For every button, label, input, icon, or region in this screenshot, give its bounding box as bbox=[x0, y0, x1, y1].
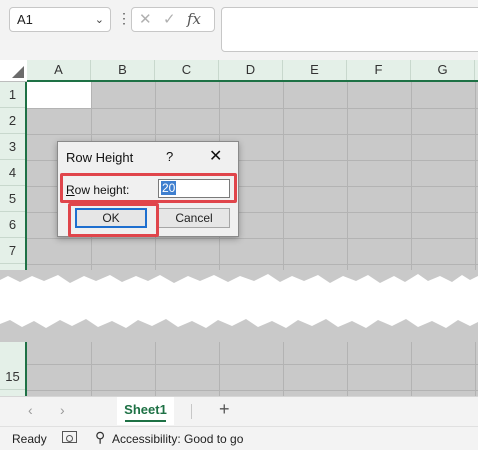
active-cell-a1[interactable] bbox=[27, 82, 91, 108]
help-icon[interactable]: ? bbox=[166, 149, 173, 164]
gridline bbox=[475, 82, 476, 396]
name-box[interactable]: A1 ⌄ bbox=[9, 7, 111, 32]
gridline bbox=[219, 82, 220, 396]
gridline bbox=[91, 82, 92, 396]
gridline bbox=[27, 134, 478, 135]
column-header-a[interactable]: A bbox=[27, 60, 91, 80]
column-header-b[interactable]: B bbox=[91, 60, 155, 80]
enter-icon[interactable]: ✓ bbox=[163, 10, 176, 28]
row-header-15[interactable]: 15 bbox=[0, 364, 25, 390]
cancel-button[interactable]: Cancel bbox=[158, 208, 230, 228]
gridline bbox=[155, 82, 156, 396]
row-header-2[interactable]: 2 bbox=[0, 108, 25, 134]
column-header-f[interactable]: F bbox=[347, 60, 411, 80]
column-header-g[interactable]: G bbox=[411, 60, 475, 80]
select-all-corner[interactable] bbox=[0, 60, 27, 82]
insert-function-icon[interactable]: fx bbox=[187, 10, 201, 28]
formula-tools: ✕ ✓ fx bbox=[131, 7, 215, 32]
column-header-e[interactable]: E bbox=[283, 60, 347, 80]
previous-sheet-icon[interactable]: ‹ bbox=[28, 402, 33, 418]
more-options-icon[interactable]: ⋮ bbox=[117, 10, 131, 27]
column-headers: A B C D E F G bbox=[27, 60, 478, 82]
row-header-1[interactable]: 1 bbox=[0, 82, 25, 108]
sheet-tab-bar: ‹ › Sheet1 + bbox=[0, 396, 478, 426]
next-sheet-icon[interactable]: › bbox=[60, 402, 65, 418]
accessibility-icon[interactable]: ⚲ bbox=[95, 429, 105, 446]
highlight-ok-button bbox=[68, 203, 159, 237]
row-header-6[interactable]: 6 bbox=[0, 212, 25, 238]
column-header-c[interactable]: C bbox=[155, 60, 219, 80]
gridline bbox=[283, 82, 284, 396]
formula-bar: A1 ⌄ ⋮ ✕ ✓ fx bbox=[0, 0, 478, 60]
highlight-row-height-field bbox=[60, 173, 237, 203]
add-sheet-icon[interactable]: + bbox=[219, 399, 230, 420]
gridline bbox=[27, 364, 478, 365]
chevron-down-icon[interactable]: ⌄ bbox=[95, 9, 104, 32]
gridline bbox=[347, 82, 348, 396]
row-headers: 1 2 3 4 5 6 7 15 16 bbox=[0, 82, 27, 410]
status-bar: Ready ⚲ Accessibility: Good to go bbox=[0, 426, 478, 450]
name-box-value: A1 bbox=[17, 12, 33, 27]
row-header-4[interactable]: 4 bbox=[0, 160, 25, 186]
active-tab-underline bbox=[125, 420, 166, 422]
formula-input[interactable] bbox=[221, 7, 478, 52]
accessibility-status[interactable]: Accessibility: Good to go bbox=[112, 432, 243, 446]
row-header-5[interactable]: 5 bbox=[0, 186, 25, 212]
row-header-3[interactable]: 3 bbox=[0, 134, 25, 160]
divider bbox=[191, 404, 192, 419]
gridline bbox=[27, 108, 478, 109]
gridline bbox=[411, 82, 412, 396]
status-ready: Ready bbox=[12, 432, 47, 446]
macro-recording-icon[interactable] bbox=[62, 431, 77, 443]
column-header-d[interactable]: D bbox=[219, 60, 283, 80]
gridline bbox=[27, 238, 478, 239]
gridline bbox=[27, 264, 478, 265]
sheet-tab-sheet1[interactable]: Sheet1 bbox=[117, 397, 174, 425]
gridline bbox=[27, 390, 478, 391]
row-header-7[interactable]: 7 bbox=[0, 238, 25, 264]
sheet-tab-label: Sheet1 bbox=[124, 402, 167, 417]
cancel-icon[interactable]: ✕ bbox=[139, 10, 152, 28]
torn-edge-break bbox=[0, 270, 478, 342]
close-icon[interactable]: ✕ bbox=[209, 146, 222, 166]
dialog-title: Row Height bbox=[66, 150, 134, 165]
